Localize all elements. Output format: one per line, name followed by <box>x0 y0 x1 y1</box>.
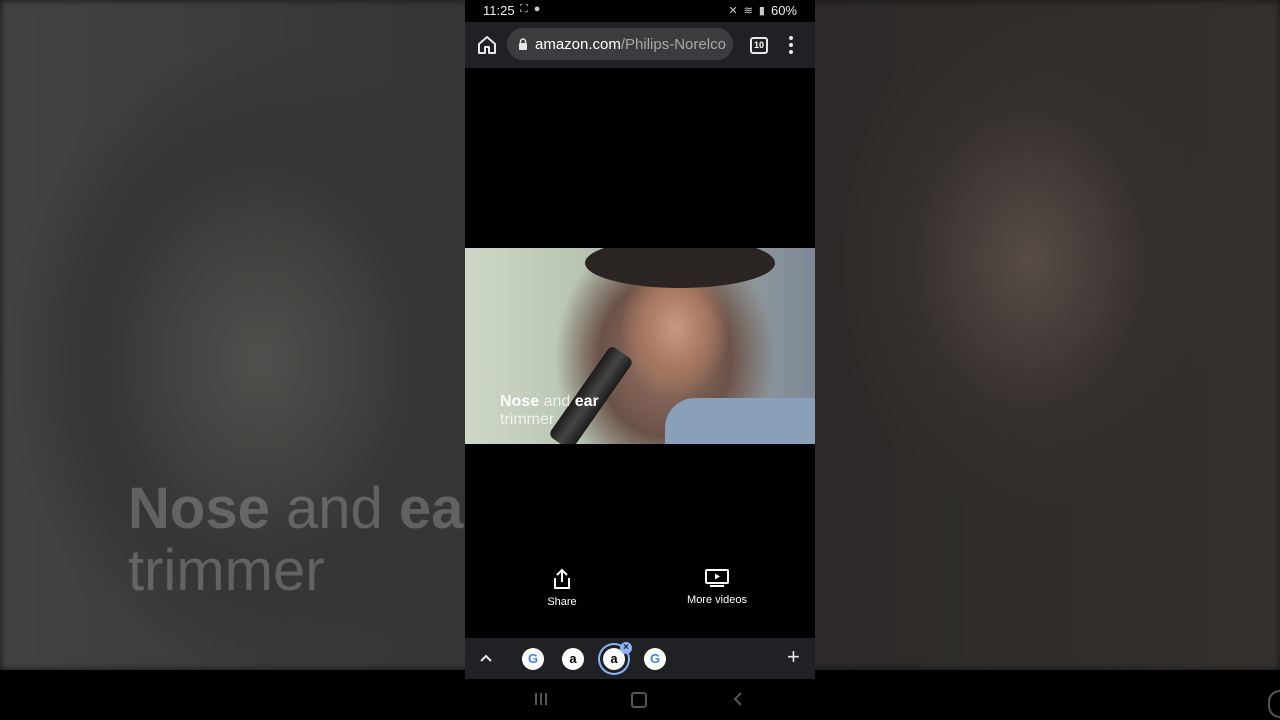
share-icon <box>554 568 570 589</box>
signal-icon: ▮ <box>758 5 765 17</box>
overflow-menu-icon[interactable] <box>781 34 801 56</box>
status-notification-icons: ⛶ ● <box>520 3 540 16</box>
more-videos-button[interactable]: More videos <box>677 568 757 606</box>
account-icon: ● <box>533 3 541 15</box>
video-scene-shirt <box>665 398 815 444</box>
back-icon[interactable] <box>732 691 744 707</box>
status-bar: 11:25 ⛶ ● ✕ ≋ ▮ 60% <box>465 0 815 22</box>
close-tab-icon[interactable]: × <box>620 642 632 654</box>
share-label: Share <box>547 596 577 608</box>
mute-icon: ✕ <box>728 5 738 17</box>
browser-toolbar: amazon.com/Philips-Norelco 10 <box>465 22 815 68</box>
tab-switcher-button[interactable]: 10 <box>750 37 768 54</box>
backdrop-caption-word: ear <box>398 478 465 541</box>
video-player[interactable]: Nose and ear trimmer <box>465 248 815 444</box>
video-caption: Nose and ear trimmer <box>500 393 599 429</box>
more-videos-label: More videos <box>687 594 747 606</box>
status-time: 11:25 <box>483 3 515 18</box>
home-icon[interactable] <box>475 33 499 57</box>
backdrop-caption: Nose and ear trimmer <box>128 478 465 602</box>
status-system-icons: ✕ ≋ ▮ 60% <box>728 3 797 18</box>
home-nav-icon[interactable] <box>631 692 647 708</box>
video-scene-hair <box>585 248 775 288</box>
address-bar[interactable]: amazon.com/Philips-Norelco <box>507 28 733 60</box>
backdrop-caption-word: Nose <box>128 478 270 541</box>
wifi-icon: ≋ <box>743 5 753 17</box>
recents-icon[interactable] <box>535 693 549 705</box>
backdrop-caption-line2: trimmer <box>128 538 325 602</box>
url-path: /Philips-Norelco <box>620 35 726 53</box>
tab-strip: G a a × G + <box>465 638 815 679</box>
phone-screen: 11:25 ⛶ ● ✕ ≋ ▮ 60% amazon.com/Philips-N… <box>465 0 815 720</box>
video-playlist-icon <box>705 569 729 587</box>
backdrop-caption-word: and <box>269 478 399 541</box>
tab-google-icon[interactable]: G <box>644 648 666 670</box>
screenshot-icon: ⛶ <box>520 3 528 15</box>
video-caption-line2: trimmer <box>500 411 555 428</box>
video-caption-word: Nose <box>500 393 540 410</box>
tab-amazon-icon[interactable]: a <box>562 648 584 670</box>
video-caption-word: ear <box>574 393 599 410</box>
battery-level: 60% <box>770 3 797 18</box>
chevron-up-icon[interactable] <box>479 651 493 665</box>
share-button[interactable]: Share <box>537 568 587 608</box>
lock-icon <box>519 38 527 50</box>
android-nav-bar <box>465 679 815 720</box>
tab-google-icon[interactable]: G <box>522 648 544 670</box>
url-domain: amazon.com <box>535 35 621 53</box>
video-caption-word: and <box>539 393 575 410</box>
new-tab-icon[interactable]: + <box>787 644 800 670</box>
